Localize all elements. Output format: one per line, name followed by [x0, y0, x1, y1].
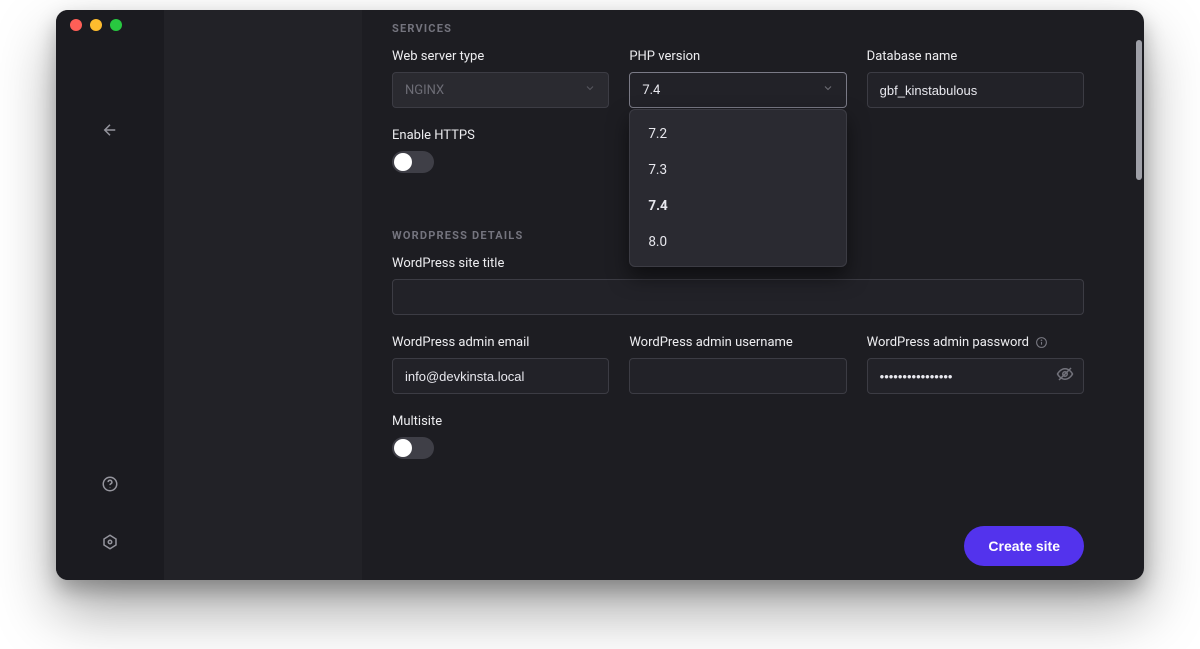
- back-button[interactable]: [90, 110, 130, 150]
- help-icon: [101, 475, 119, 493]
- php-option-7-4[interactable]: 7.4: [630, 188, 845, 224]
- sidebar: [56, 10, 164, 580]
- help-button[interactable]: [90, 464, 130, 504]
- php-option-7-3[interactable]: 7.3: [630, 152, 845, 188]
- multisite-row: Multisite: [392, 414, 1084, 459]
- php-version-label: PHP version: [629, 49, 846, 64]
- admin-password-input[interactable]: [867, 358, 1084, 394]
- admin-username-field: WordPress admin username: [629, 335, 846, 394]
- window-minimize-button[interactable]: [90, 19, 102, 31]
- admin-username-label: WordPress admin username: [629, 335, 846, 350]
- create-site-button[interactable]: Create site: [964, 526, 1084, 566]
- php-version-field: PHP version 7.4 7.2 7.3 7.4 8.0: [629, 49, 846, 108]
- toggle-knob: [394, 439, 412, 457]
- app-window: SERVICES Web server type NGINX PHP versi…: [56, 10, 1144, 580]
- scrollbar-thumb[interactable]: [1136, 40, 1142, 180]
- php-option-8-0[interactable]: 8.0: [630, 224, 845, 260]
- php-version-dropdown: 7.2 7.3 7.4 8.0: [629, 109, 846, 267]
- admin-email-field: WordPress admin email: [392, 335, 609, 394]
- admin-password-field: WordPress admin password: [867, 335, 1084, 394]
- window-close-button[interactable]: [70, 19, 82, 31]
- database-name-label: Database name: [867, 49, 1084, 64]
- database-name-field: Database name: [867, 49, 1084, 108]
- toggle-password-visibility[interactable]: [1056, 365, 1074, 387]
- admin-password-label: WordPress admin password: [867, 335, 1084, 350]
- toggle-knob: [394, 153, 412, 171]
- arrow-left-icon: [101, 121, 119, 139]
- php-version-value: 7.4: [642, 83, 660, 98]
- settings-button[interactable]: [90, 522, 130, 562]
- secondary-column: [164, 10, 362, 580]
- site-title-input[interactable]: [392, 279, 1084, 315]
- web-server-field: Web server type NGINX: [392, 49, 609, 108]
- settings-hex-icon: [101, 533, 119, 551]
- multisite-label: Multisite: [392, 414, 1084, 429]
- web-server-value: NGINX: [405, 83, 444, 98]
- info-icon: [1035, 336, 1048, 349]
- eye-off-icon: [1056, 365, 1074, 383]
- database-name-input[interactable]: [867, 72, 1084, 108]
- admin-username-input[interactable]: [629, 358, 846, 394]
- web-server-select[interactable]: NGINX: [392, 72, 609, 108]
- php-version-select[interactable]: 7.4: [629, 72, 846, 108]
- admin-email-label: WordPress admin email: [392, 335, 609, 350]
- php-option-7-2[interactable]: 7.2: [630, 116, 845, 152]
- window-zoom-button[interactable]: [110, 19, 122, 31]
- main-panel: SERVICES Web server type NGINX PHP versi…: [362, 10, 1144, 580]
- multisite-toggle[interactable]: [392, 437, 434, 459]
- web-server-label: Web server type: [392, 49, 609, 64]
- services-heading: SERVICES: [392, 22, 1084, 35]
- chevron-down-icon: [584, 82, 596, 98]
- enable-https-toggle[interactable]: [392, 151, 434, 173]
- chevron-down-icon: [822, 82, 834, 98]
- admin-email-input[interactable]: [392, 358, 609, 394]
